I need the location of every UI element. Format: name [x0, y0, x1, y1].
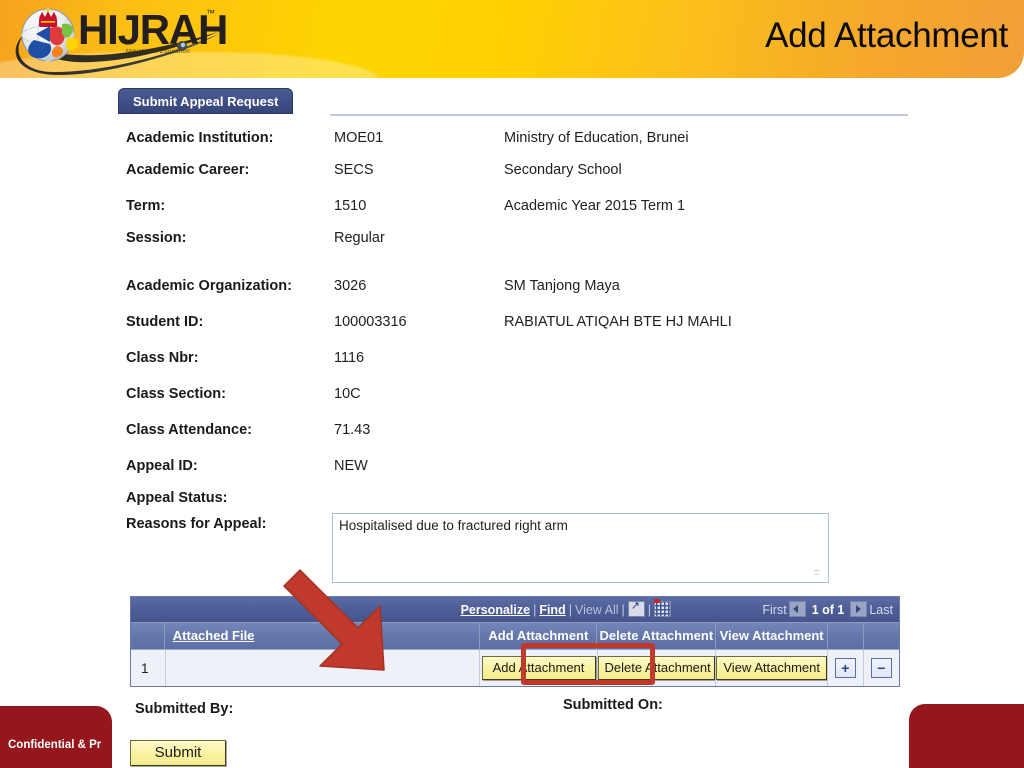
- download-to-excel-icon[interactable]: [627, 599, 645, 617]
- submitted-by-label: Submitted By:: [135, 701, 234, 717]
- logo-wordmark: HIJRAH: [78, 6, 228, 53]
- form-field-value: SECS: [334, 162, 374, 178]
- form-field-label: Academic Career:: [126, 162, 250, 178]
- remove-row-button[interactable]: −: [870, 658, 892, 678]
- form-row: Academic Institution: MOE01 Ministry of Ed…: [0, 130, 1024, 162]
- add-attachment-button[interactable]: Add Attachment: [481, 656, 596, 680]
- form-field-label: Class Attendance:: [126, 422, 252, 438]
- view-attachment-button[interactable]: View Attachment: [716, 656, 828, 680]
- add-attachment-cell: Add Attachment: [480, 650, 598, 686]
- form-field-value: 71.43: [334, 422, 371, 438]
- grid-header-add-attachment: Add Attachment: [480, 623, 598, 649]
- form-field-value: 10C: [334, 386, 361, 402]
- form-field-label: Appeal Status:: [126, 490, 228, 506]
- find-link[interactable]: Find: [539, 603, 565, 617]
- confidential-note: Confidential & Pr: [8, 739, 102, 751]
- view-grid-icon[interactable]: [654, 599, 671, 617]
- form-row: Academic Career: SECS Secondary School: [0, 162, 1024, 194]
- form-field-value: 100003316: [334, 314, 407, 330]
- remove-row-cell: −: [864, 650, 899, 686]
- form-row: Appeal ID: NEW: [0, 458, 1024, 490]
- footer-right-accent: [909, 704, 1024, 768]
- form-field-label: Academic Organization:: [126, 278, 292, 294]
- tab-strip: Submit Appeal Request: [118, 88, 908, 116]
- submit-button[interactable]: Submit: [130, 740, 226, 766]
- form-field-description: Ministry of Education, Brunei: [504, 130, 689, 146]
- previous-page-icon[interactable]: [788, 601, 806, 617]
- submitted-on-label: Submitted On:: [563, 697, 663, 713]
- view-attachment-cell: View Attachment: [716, 650, 829, 686]
- attached-file-sort-link[interactable]: Attached File: [173, 628, 255, 643]
- hijrah-logo: HIJRAH ™ Ministry of Education: [6, 2, 236, 78]
- form-field-label: Class Section:: [126, 386, 226, 402]
- form-field-description: Academic Year 2015 Term 1: [504, 198, 686, 214]
- first-link[interactable]: First: [762, 603, 786, 617]
- reasons-for-appeal-label: Reasons for Appeal:: [126, 516, 267, 532]
- next-page-icon[interactable]: [850, 601, 868, 617]
- header-banner: HIJRAH ™ Ministry of Education Add Attac…: [0, 0, 1024, 78]
- form-field-value: Regular: [334, 230, 385, 246]
- grid-header-remove-row: [864, 623, 899, 649]
- form-field-value: NEW: [334, 458, 368, 474]
- form-field-value: 3026: [334, 278, 367, 294]
- tab-underline: [330, 114, 908, 116]
- personalize-link[interactable]: Personalize: [461, 603, 530, 617]
- form-field-description: RABIATUL ATIQAH BTE HJ MAHLI: [504, 314, 732, 330]
- attachment-grid: Personalize|Find|View All|| First 1 of 1 L…: [130, 596, 900, 687]
- form-field-description: SM Tanjong Maya: [504, 278, 620, 294]
- grid-header-delete-attachment: Delete Attachment: [597, 623, 717, 649]
- grid-pager: First 1 of 1 Last: [762, 601, 893, 617]
- form-row: Term: 1510 Academic Year 2015 Term 1: [0, 198, 1024, 230]
- form-field-value: MOE01: [334, 130, 384, 146]
- grid-header-rownum: [131, 623, 165, 649]
- delete-attachment-button[interactable]: Delete Attachment: [597, 656, 716, 680]
- add-row-button[interactable]: +: [834, 658, 856, 678]
- form-row: Class Attendance: 71.43: [0, 422, 1024, 454]
- form-row: Class Nbr: 1116: [0, 350, 1024, 382]
- row-number: 1: [131, 650, 166, 686]
- view-all-link[interactable]: View All: [575, 603, 619, 617]
- form-row: Academic Organization: 3026 SM Tanjong May…: [0, 278, 1024, 310]
- page-indicator: 1 of 1: [811, 603, 845, 617]
- form-field-value: 1510: [334, 198, 367, 214]
- form-row: Student ID: 100003316 RABIATUL ATIQAH BTE …: [0, 314, 1024, 346]
- grid-header-add-row: [828, 623, 864, 649]
- logo-trademark-icon: ™: [206, 8, 215, 18]
- page-title: Add Attachment: [765, 16, 1008, 55]
- last-link[interactable]: Last: [869, 603, 893, 617]
- tab-submit-appeal-request[interactable]: Submit Appeal Request: [118, 88, 294, 114]
- form-field-label: Term:: [126, 198, 166, 214]
- grid-header-attached-file[interactable]: Attached File: [165, 623, 481, 649]
- delete-attachment-cell: Delete Attachment: [597, 650, 717, 686]
- grid-toolbar: Personalize|Find|View All|| First 1 of 1 L…: [131, 597, 899, 622]
- grid-toolbar-links: Personalize|Find|View All||: [461, 599, 671, 617]
- grid-header-row: Attached File Add Attachment Delete Atta…: [131, 622, 899, 649]
- form-field-value: 1116: [334, 350, 365, 366]
- logo-tagline: Ministry of Education: [126, 49, 191, 55]
- form-field-label: Class Nbr:: [126, 350, 199, 366]
- add-row-cell: +: [828, 650, 864, 686]
- grid-header-view-attachment: View Attachment: [716, 623, 828, 649]
- attached-file-cell: [166, 650, 481, 686]
- table-row: 1 Add Attachment Delete Attachment View …: [131, 649, 899, 686]
- form-field-label: Appeal ID:: [126, 458, 198, 474]
- form-field-label: Session:: [126, 230, 187, 246]
- reasons-for-appeal-input[interactable]: [332, 513, 829, 583]
- form-field-label: Academic Institution:: [126, 130, 274, 146]
- footer-left-accent: [0, 706, 112, 768]
- form-field-description: Secondary School: [504, 162, 622, 178]
- form-row: Class Section: 10C: [0, 386, 1024, 418]
- form-row: Session: Regular: [0, 230, 1024, 262]
- form-field-label: Student ID:: [126, 314, 204, 330]
